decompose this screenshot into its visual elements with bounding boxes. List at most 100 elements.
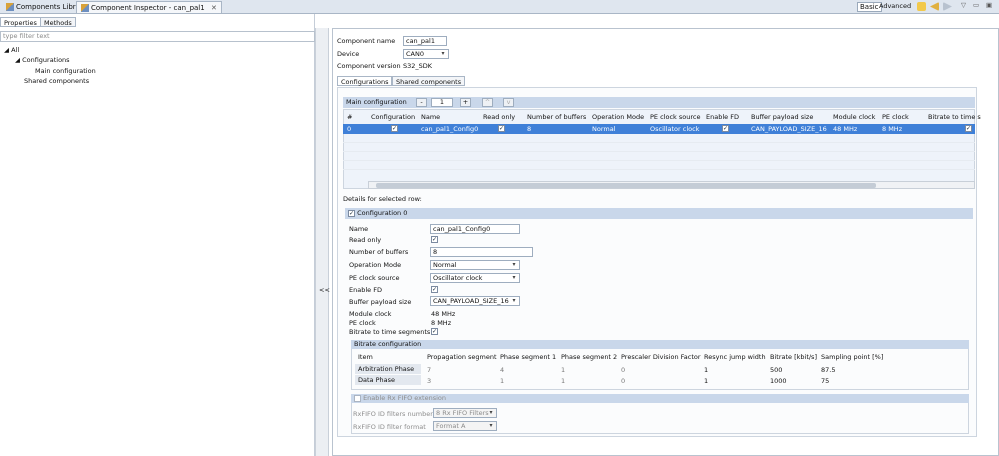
details-bitrate-checkbox[interactable]: ✓ [431,328,438,335]
table-cell[interactable]: 1 [561,366,565,374]
payload-cell[interactable]: CAN_PAYLOAD_SIZE_16 [751,125,827,133]
column-header[interactable]: PE clock source [650,113,700,121]
column-header[interactable]: Sampling point [%] [821,353,883,361]
table-cell[interactable]: 0 [621,366,625,374]
library-icon [6,3,14,11]
column-header[interactable]: Phase segment 2 [561,353,617,361]
column-header[interactable]: Item [358,353,373,361]
minimize-icon[interactable]: ▭ [973,1,979,9]
tree-item-main-configuration[interactable]: Main configuration [35,66,96,76]
dropdown-arrow-icon: ▾ [441,50,445,57]
table-cell[interactable]: 500 [770,366,782,374]
rxfifo-filters-select[interactable]: 8 Rx FIFO Filters ▾ [433,408,497,418]
scroll-thumb[interactable] [376,183,876,188]
forward-icon[interactable] [943,2,952,11]
payload-select[interactable]: CAN_PAYLOAD_SIZE_16 ▾ [430,296,520,306]
tab-methods[interactable]: Methods [40,17,76,27]
mode-cell[interactable]: Normal [592,125,616,133]
config-count-field[interactable]: 1 [431,98,453,107]
tree-item-configurations[interactable]: ◢ Configurations [15,55,70,65]
table-cell[interactable]: 87.5 [821,366,835,374]
table-cell[interactable]: 4 [500,366,504,374]
column-header[interactable]: Operation Mode [592,113,644,121]
add-config-button[interactable]: + [460,98,471,107]
horizontal-scrollbar[interactable] [368,181,975,189]
rxfifo-format-label: RxFIFO ID filter format [353,423,426,431]
configuration-enable-checkbox[interactable]: ✓ [348,209,355,217]
column-header[interactable]: Number of buffers [527,113,586,121]
column-header[interactable]: Name [421,113,440,121]
table-cell[interactable]: 1 [704,366,708,374]
tab-shared-components[interactable]: Shared components [392,76,466,86]
tab-properties[interactable]: Properties [0,17,41,27]
read-only-checkbox[interactable]: ✓ [498,125,505,132]
remove-config-button[interactable]: - [416,98,427,107]
details-enable-fd-checkbox[interactable]: ✓ [431,286,438,293]
back-icon[interactable] [930,2,939,11]
bitrate-checkbox[interactable]: ✓ [965,125,972,132]
advanced-mode-button[interactable]: Advanced [879,2,911,10]
column-header[interactable]: Configuration [371,113,415,121]
tab-component-inspector[interactable]: Component Inspector - can_pal1 ✕ [76,1,222,13]
dropdown-arrow-icon: ▾ [512,261,516,268]
inspector-icon [81,4,89,12]
grid-line [343,142,975,143]
component-name-field[interactable]: can_pal1 [403,36,447,46]
configuration-table [343,109,975,189]
column-header[interactable]: PE clock [882,113,909,121]
column-header[interactable]: Bitrate to time s [928,113,981,121]
dropdown-arrow-icon: ▾ [512,274,516,281]
column-header[interactable]: Prescaler Division Factor [621,353,701,361]
tree-item-shared-components[interactable]: Shared components [24,76,89,86]
buffers-cell[interactable]: 8 [527,125,531,133]
device-select[interactable]: CAN0 ▾ [403,49,449,59]
filter-input[interactable]: type filter text [0,31,315,42]
column-header[interactable]: Bitrate [kbit/s] [770,353,817,361]
clock-source-select[interactable]: Oscillator clock ▾ [430,273,520,283]
table-cell[interactable]: 75 [821,377,829,385]
column-header[interactable]: Module clock [833,113,875,121]
table-cell[interactable]: 7 [427,366,431,374]
column-header[interactable]: Resync jump width [704,353,766,361]
rxfifo-enable-checkbox[interactable] [354,394,361,402]
left-pane: Properties Methods type filter text ◢ Al… [0,14,315,456]
read-only-label: Read only [349,236,382,244]
table-cell[interactable]: 0 [621,377,625,385]
module-clock-value: 48 MHz [431,310,456,318]
column-header[interactable]: Buffer payload size [751,113,813,121]
name-cell[interactable]: can_pal1_Config0 [421,125,478,133]
table-cell[interactable]: 1 [704,377,708,385]
enable-fd-checkbox[interactable]: ✓ [722,125,729,132]
mode-select[interactable]: Normal ▾ [430,260,520,270]
table-cell[interactable]: 3 [427,377,431,385]
clock-source-cell[interactable]: Oscillator clock [650,125,699,133]
table-cell[interactable]: 1000 [770,377,787,385]
view-menu-icon[interactable]: ▽ [961,1,966,9]
buffers-field[interactable]: 8 [430,247,533,257]
enable-fd-label: Enable FD [349,286,382,294]
table-cell[interactable]: 1 [561,377,565,385]
tree-item-all[interactable]: ◢ All [4,45,19,55]
column-header[interactable]: Enable FD [706,113,739,121]
bitrate-section-bar: Bitrate configuration [351,340,969,349]
pane-splitter[interactable]: << [315,28,330,456]
config-name-field[interactable]: can_pal1_Config0 [430,224,520,234]
column-header[interactable]: # [347,113,352,121]
column-header[interactable]: Read only [483,113,515,121]
note-icon[interactable] [917,2,926,11]
details-read-only-checkbox[interactable]: ✓ [431,236,438,243]
move-up-button[interactable]: ^ [482,98,493,107]
maximize-icon[interactable]: ▣ [986,1,992,9]
table-row-header: Data Phase [355,375,421,385]
collapse-pane-button[interactable]: << [319,286,330,294]
rxfifo-format-select[interactable]: Format A ▾ [433,421,497,431]
device-label: Device [337,50,360,58]
configuration-checkbox[interactable]: ✓ [391,125,398,132]
table-cell[interactable]: 1 [500,377,504,385]
tab-configurations[interactable]: Configurations [337,76,393,86]
move-down-button[interactable]: v [503,98,514,107]
basic-mode-button[interactable]: Basic [857,2,882,12]
column-header[interactable]: Phase segment 1 [500,353,556,361]
column-header[interactable]: Propagation segment [427,353,497,361]
close-tab-icon[interactable]: ✕ [211,4,217,12]
